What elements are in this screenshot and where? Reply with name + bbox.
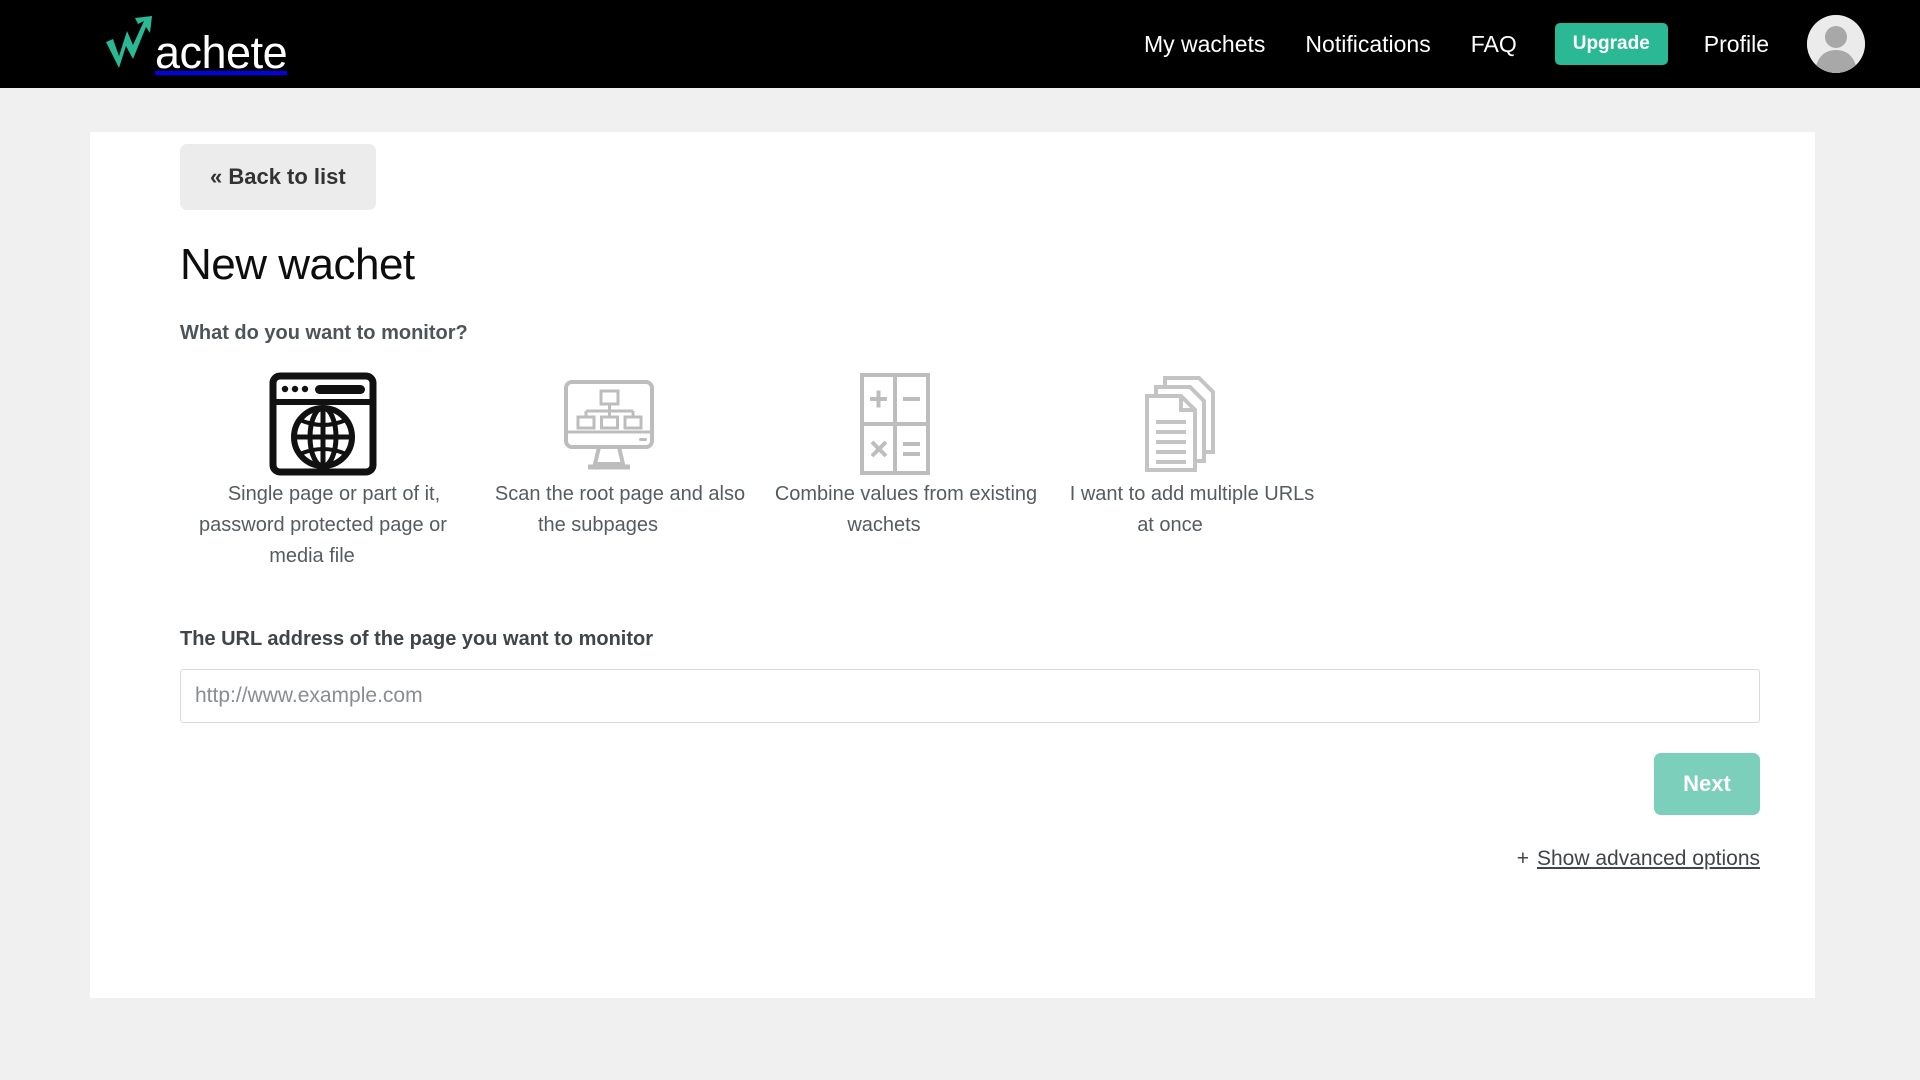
option-label: I want to add multiple URLs at once — [1069, 483, 1315, 536]
url-field-label: The URL address of the page you want to … — [180, 628, 653, 650]
form-actions: Next — [180, 753, 1760, 815]
advanced-options-row: + Show advanced options — [180, 847, 1760, 871]
nav-my-wachets[interactable]: My wachets — [1124, 21, 1285, 68]
option-label: Single page or part of it, password prot… — [199, 483, 447, 567]
plus-icon: + — [1516, 847, 1529, 870]
stacked-documents-icon — [1038, 369, 1324, 479]
content-card: « Back to list New wachet What do you wa… — [90, 132, 1815, 998]
top-navigation-bar: achete My wachets Notifications FAQ Upgr… — [0, 0, 1920, 88]
user-silhouette-icon — [1807, 15, 1865, 73]
option-combine-values[interactable]: Combine values from existing wachets — [752, 369, 1038, 541]
avatar[interactable] — [1807, 15, 1865, 73]
calculator-operators-icon — [752, 369, 1038, 479]
browser-globe-icon — [180, 369, 466, 479]
option-single-page[interactable]: Single page or part of it, password prot… — [180, 369, 466, 572]
show-advanced-options-link[interactable]: Show advanced options — [1537, 847, 1760, 871]
option-label: Combine values from existing wachets — [774, 483, 1038, 536]
logo-arrow-w-icon — [100, 15, 158, 73]
nav-faq[interactable]: FAQ — [1451, 21, 1537, 68]
next-button[interactable]: Next — [1654, 753, 1760, 815]
upgrade-button[interactable]: Upgrade — [1554, 23, 1668, 65]
url-input[interactable] — [180, 669, 1760, 723]
logo-text: achete — [155, 27, 288, 78]
nav-profile[interactable]: Profile — [1684, 21, 1789, 68]
page-title: New wachet — [180, 240, 415, 289]
option-label: Scan the root page and also the subpages — [494, 483, 746, 536]
option-multiple-urls[interactable]: I want to add multiple URLs at once — [1038, 369, 1324, 541]
wachete-logo[interactable]: achete — [100, 15, 288, 78]
option-scan-subpages[interactable]: Scan the root page and also the subpages — [466, 369, 752, 541]
nav-notifications[interactable]: Notifications — [1285, 21, 1450, 68]
monitor-type-options: Single page or part of it, password prot… — [180, 369, 1815, 572]
monitor-question-label: What do you want to monitor? — [180, 322, 468, 344]
main-nav: My wachets Notifications FAQ Upgrade Pro… — [1124, 15, 1865, 73]
back-to-list-button[interactable]: « Back to list — [180, 144, 376, 210]
monitor-sitemap-icon — [466, 369, 752, 479]
